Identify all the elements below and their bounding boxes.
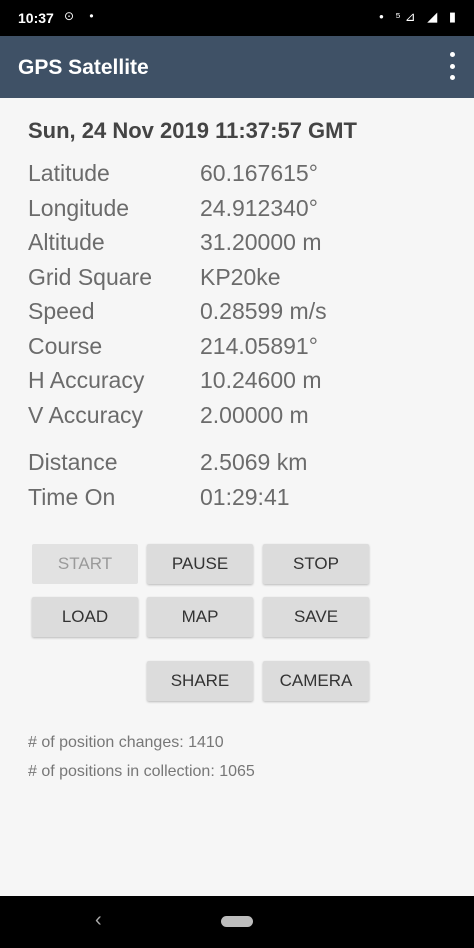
- field-v-accuracy: V Accuracy 2.00000 m: [28, 402, 458, 437]
- status-bar: 10:37 ⊙ • • ⁵⊿ ◢ ▮: [0, 0, 474, 36]
- current-datetime: Sun, 24 Nov 2019 11:37:57 GMT: [28, 118, 357, 143]
- field-value: 31.20000 m: [200, 229, 322, 255]
- field-value: 01:29:41: [200, 483, 290, 510]
- stop-button[interactable]: STOP: [263, 544, 369, 584]
- field-longitude: Longitude 24.912340°: [28, 195, 458, 230]
- field-time-on: Time On 01:29:41: [28, 484, 458, 519]
- trip-fields: Distance 2.5069 km Time On 01:29:41: [28, 449, 458, 518]
- field-label: Distance: [28, 449, 118, 475]
- field-label: Time On: [28, 483, 116, 510]
- field-value: 0.28599 m/s: [200, 298, 327, 324]
- save-button[interactable]: SAVE: [263, 597, 369, 637]
- field-value: 2.00000 m: [200, 401, 309, 428]
- system-status-icons: • ⁵⊿ ◢ ▮: [379, 9, 460, 24]
- pause-button[interactable]: PAUSE: [147, 544, 253, 584]
- field-altitude: Altitude 31.20000 m: [28, 229, 458, 264]
- field-grid-square: Grid Square KP20ke: [28, 264, 458, 299]
- field-distance: Distance 2.5069 km: [28, 449, 458, 484]
- field-label: Longitude: [28, 194, 130, 221]
- field-label: Course: [28, 332, 103, 359]
- field-value: 214.05891°: [200, 332, 318, 359]
- position-stats: # of position changes: 1410 # of positio…: [28, 734, 255, 792]
- app-bar: GPS Satellite: [0, 36, 474, 98]
- field-value: 60.167615°: [200, 160, 318, 186]
- field-label: V Accuracy: [28, 401, 144, 428]
- field-latitude: Latitude 60.167615°: [28, 160, 458, 195]
- field-value: KP20ke: [200, 263, 281, 290]
- field-label: Altitude: [28, 229, 105, 255]
- field-value: 10.24600 m: [200, 367, 322, 393]
- status-time: 10:37: [18, 10, 54, 26]
- field-label: Grid Square: [28, 263, 153, 290]
- more-vertical-icon[interactable]: [444, 52, 460, 80]
- camera-button[interactable]: CAMERA: [263, 661, 369, 701]
- main-content: Sun, 24 Nov 2019 11:37:57 GMT Latitude 6…: [0, 98, 474, 896]
- back-icon[interactable]: ‹: [95, 909, 102, 932]
- start-button[interactable]: START: [32, 544, 138, 584]
- field-value: 24.912340°: [200, 194, 318, 221]
- position-changes-count: # of position changes: 1410: [28, 734, 224, 751]
- notification-icons: ⊙ •: [64, 9, 100, 23]
- navigation-bar: ‹: [0, 896, 474, 948]
- position-fields: Latitude 60.167615° Longitude 24.912340°…: [28, 160, 458, 436]
- home-pill-icon[interactable]: [221, 916, 253, 927]
- share-button[interactable]: SHARE: [147, 661, 253, 701]
- field-h-accuracy: H Accuracy 10.24600 m: [28, 367, 458, 402]
- app-title: GPS Satellite: [18, 56, 149, 79]
- field-label: H Accuracy: [28, 367, 145, 393]
- field-label: Latitude: [28, 160, 110, 186]
- field-speed: Speed 0.28599 m/s: [28, 298, 458, 333]
- field-course: Course 214.05891°: [28, 333, 458, 368]
- load-button[interactable]: LOAD: [32, 597, 138, 637]
- field-label: Speed: [28, 298, 95, 324]
- positions-in-collection-count: # of positions in collection: 1065: [28, 763, 255, 780]
- map-button[interactable]: MAP: [147, 597, 253, 637]
- field-value: 2.5069 km: [200, 449, 308, 475]
